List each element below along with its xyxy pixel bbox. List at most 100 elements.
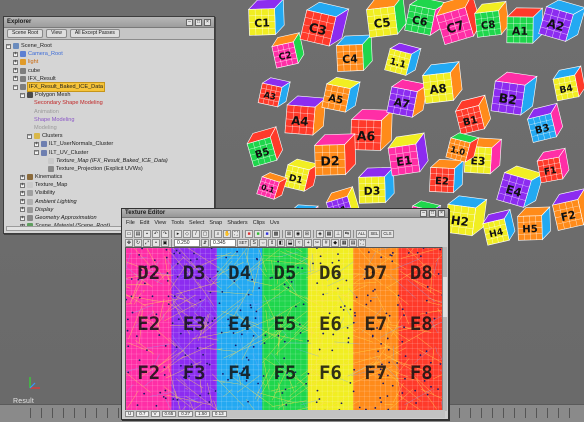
color-blue-icon[interactable]: ■ xyxy=(263,230,271,238)
tree-item[interactable]: Secondary Shape Modeling xyxy=(6,99,212,107)
frame-icon[interactable]: ⛶ xyxy=(358,239,367,247)
scrollbar-thumb[interactable] xyxy=(443,277,447,317)
menu-edit[interactable]: Edit xyxy=(140,220,149,226)
expand-icon[interactable]: + xyxy=(20,199,25,205)
tree-item[interactable]: + Camera_Root xyxy=(6,50,212,58)
menu-shaders[interactable]: Shaders xyxy=(227,220,248,226)
collapse-icon[interactable]: − xyxy=(6,43,11,49)
collapse-icon[interactable]: − xyxy=(20,92,25,98)
collapse-icon[interactable]: − xyxy=(27,133,32,139)
tree-item[interactable]: Texture_Projection (Explicit UVWs) xyxy=(6,165,212,173)
tree-item[interactable]: + Kinematics xyxy=(6,173,212,181)
tree-item[interactable]: − Scene_Root xyxy=(6,42,212,50)
tree-item[interactable]: − Polygon Mesh xyxy=(6,91,212,99)
menu-tools[interactable]: Tools xyxy=(171,220,184,226)
heal-icon[interactable]: + xyxy=(304,239,313,247)
lock-icon[interactable]: ▣ xyxy=(161,239,169,247)
uv-vertical-scrollbar[interactable] xyxy=(442,247,447,411)
cut-icon[interactable]: ✂ xyxy=(313,239,322,247)
tree-item[interactable]: Shape Modeling xyxy=(6,116,212,124)
mirror-u-icon[interactable]: ◧ xyxy=(277,239,286,247)
maximize-icon[interactable]: □ xyxy=(429,209,436,217)
uv-canvas[interactable]: D2 E2 F2 D3 E3 F3 D4 E4 F4 D5 E5 F5 D6 E6 F6 D7 E7 F7 D8 E8… xyxy=(125,247,443,411)
tree-item[interactable]: − IFX_Result_Baked_ICE_Data xyxy=(6,82,212,93)
texture-editor-titlebar[interactable]: Texture Editor – □ × xyxy=(122,209,448,218)
close-icon[interactable]: × xyxy=(438,209,445,217)
select-island-icon[interactable]: ◇ xyxy=(183,230,191,238)
scale-tool-icon[interactable]: ⤢ xyxy=(143,239,151,247)
tree-item[interactable]: Texture_Map (IFX_Result_Baked_ICE_Data) xyxy=(6,157,212,165)
tree-item[interactable]: + Ambient Lighting xyxy=(6,198,212,206)
expand-icon[interactable]: + xyxy=(34,141,39,147)
select-edge-icon[interactable]: / xyxy=(192,230,200,238)
relax-icon[interactable]: ≈ xyxy=(295,239,304,247)
color-red-icon[interactable]: ■ xyxy=(245,230,253,238)
tree-item[interactable]: + cube xyxy=(6,67,212,75)
island-icon[interactable]: ◆ xyxy=(331,239,340,247)
select-poly-icon[interactable]: ▢ xyxy=(201,230,209,238)
scrollbar-thumb[interactable] xyxy=(7,227,130,230)
menu-snap[interactable]: Snap xyxy=(209,220,222,226)
expand-icon[interactable]: + xyxy=(13,76,18,82)
expand-icon[interactable]: + xyxy=(20,174,25,180)
expand-icon[interactable]: + xyxy=(20,190,25,196)
texture-editor-window[interactable]: Texture Editor – □ × File Edit View Tools Se… xyxy=(121,208,449,420)
tree-item[interactable]: Modeling xyxy=(6,124,212,132)
maximize-icon[interactable]: □ xyxy=(195,18,202,26)
open-icon[interactable]: ▤ xyxy=(134,230,142,238)
eye-icon[interactable]: ◉ xyxy=(294,230,302,238)
expand-icon[interactable]: + xyxy=(13,51,18,57)
align-icon[interactable]: ⊥ xyxy=(334,230,342,238)
tree-item[interactable]: − Clusters xyxy=(6,132,212,140)
menu-uvs[interactable]: Uvs xyxy=(270,220,279,226)
align-vertical-icon[interactable]: ⇕ xyxy=(268,239,277,247)
explorer-window[interactable]: Explorer – □ × Scene Root View All Excep… xyxy=(3,16,215,234)
select-uv-icon[interactable]: ▸ xyxy=(174,230,182,238)
tree-item[interactable]: + Texture_Map xyxy=(6,181,212,189)
tree-item[interactable]: Animation xyxy=(6,108,212,116)
expand-icon[interactable]: + xyxy=(20,215,25,221)
tree-item[interactable]: + ILT_UserNormals_Cluster xyxy=(6,140,212,148)
snap-grid-icon[interactable]: ⊞ xyxy=(303,230,311,238)
scope-scene-root-button[interactable]: Scene Root xyxy=(7,29,44,38)
new-icon[interactable]: ▭ xyxy=(125,230,133,238)
uv-island-icon[interactable]: ◈ xyxy=(316,230,324,238)
frame-all-icon[interactable]: ⛶ xyxy=(232,230,240,238)
save-icon[interactable]: ▪ xyxy=(143,230,151,238)
tree-item[interactable]: − ILT_UV_Cluster xyxy=(6,148,212,156)
filter-cls-button[interactable]: CLS xyxy=(381,230,394,238)
tree-item[interactable]: + IFX_Result xyxy=(6,75,212,83)
pack-icon[interactable]: ▦ xyxy=(340,239,349,247)
collapse-icon[interactable]: − xyxy=(13,84,18,90)
stitch-icon[interactable]: # xyxy=(322,239,331,247)
set-button[interactable]: SET xyxy=(237,239,250,247)
rotate-tool-icon[interactable]: ↻ xyxy=(134,239,142,247)
filter-sel-button[interactable]: SEL xyxy=(368,230,381,238)
undo-icon[interactable]: ↶ xyxy=(152,230,160,238)
minimize-icon[interactable]: – xyxy=(186,18,193,26)
move-tool-icon[interactable]: ✥ xyxy=(125,239,133,247)
menu-select[interactable]: Select xyxy=(189,220,204,226)
pin-icon[interactable]: • xyxy=(152,239,160,247)
redo-icon[interactable]: ↷ xyxy=(161,230,169,238)
collapse-icon[interactable]: − xyxy=(34,150,39,156)
minimize-icon[interactable]: – xyxy=(420,209,427,217)
checker-icon[interactable]: ▩ xyxy=(272,230,280,238)
filter-all-except-passes-button[interactable]: All Except Passes xyxy=(69,29,120,38)
tree-item[interactable]: + light xyxy=(6,58,212,66)
tree-item[interactable]: + Visibility xyxy=(6,189,212,197)
expand-icon[interactable]: + xyxy=(20,182,25,188)
menu-file[interactable]: File xyxy=(126,220,135,226)
menu-view[interactable]: View xyxy=(154,220,166,226)
snap-icon[interactable]: S xyxy=(250,239,259,247)
texture-icon[interactable]: ▦ xyxy=(325,230,333,238)
view-menu-button[interactable]: View xyxy=(46,29,67,38)
expand-icon[interactable]: + xyxy=(20,207,25,213)
mirror-v-icon[interactable]: ⬓ xyxy=(286,239,295,247)
filter-all-button[interactable]: ALL xyxy=(356,230,368,238)
grid-icon[interactable]: ▤ xyxy=(349,239,358,247)
expand-icon[interactable]: + xyxy=(13,68,18,74)
u-spinner-icon[interactable]: ⇵ xyxy=(201,239,209,247)
lock-icon[interactable]: ⊠ xyxy=(285,230,293,238)
pan-icon[interactable]: ✋ xyxy=(223,230,231,238)
